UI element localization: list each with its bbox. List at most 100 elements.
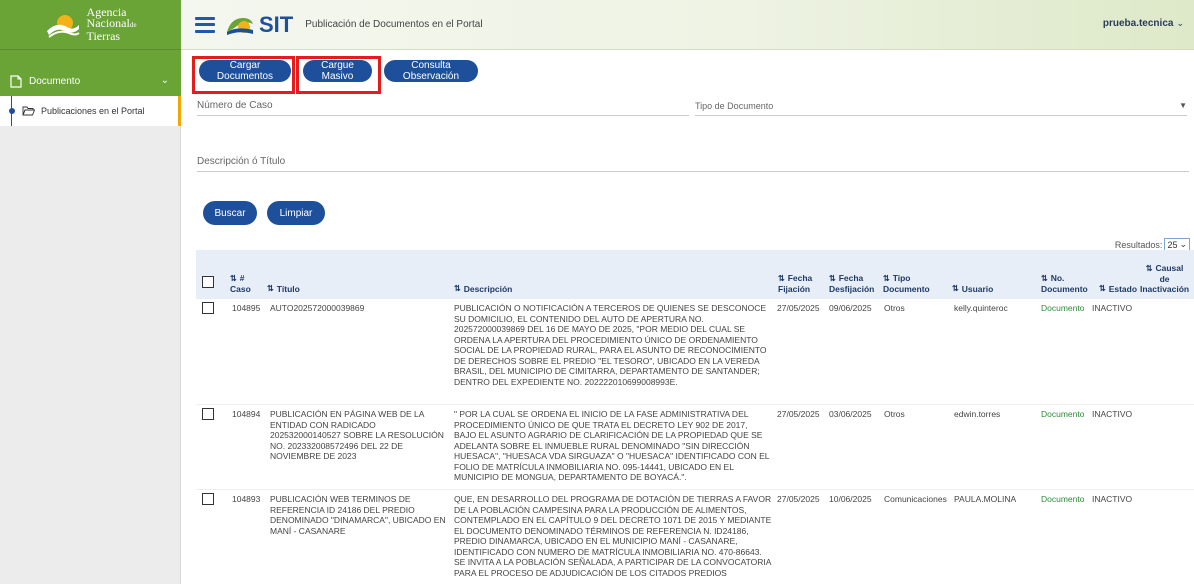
- row-checkbox[interactable]: [202, 493, 214, 505]
- menu-toggle-icon[interactable]: [195, 16, 215, 33]
- header-causal-inactivacion[interactable]: ⇅ Causal de Inactivación: [1140, 250, 1189, 299]
- results-value: 25: [1167, 239, 1178, 250]
- agency-name-line3: Tierras: [86, 29, 121, 43]
- row-checkbox-cell: [202, 302, 214, 317]
- tipo-documento-placeholder: Tipo de Documento: [695, 101, 774, 111]
- sort-icon: ⇅: [1145, 264, 1153, 273]
- document-link[interactable]: Documento: [1041, 409, 1084, 420]
- cell-caso: 104893: [232, 494, 261, 504]
- header-caso-line1: #: [239, 273, 245, 283]
- header-numdoc-line1: No.: [1050, 273, 1065, 283]
- sidebar-section-label: Documento: [29, 75, 81, 87]
- sit-logo: SIT: [225, 12, 293, 38]
- header-descripcion[interactable]: ⇅ Descripción: [454, 250, 512, 299]
- app-name: SIT: [259, 11, 294, 37]
- agency-logo[interactable]: Agencia Nacionalde Tierras: [0, 0, 181, 50]
- header-desfijacion-line2: Desfijación: [829, 284, 875, 294]
- header-tipo-documento[interactable]: ⇅ Tipo Documento: [883, 250, 930, 299]
- agency-name-line2-suffix: de: [129, 21, 137, 29]
- header-fecha-fijacion[interactable]: ⇅ Fecha Fijación: [778, 250, 812, 299]
- cell-usuario: edwin.torres: [954, 409, 1001, 419]
- table-row: 104895 AUTO202572000039869 PUBLICACIÓN O…: [196, 299, 1194, 405]
- cell-titulo: PUBLICACIÓN EN PÁGINA WEB DE LA ENTIDAD …: [270, 409, 444, 461]
- select-all-checkbox-cell: [202, 250, 214, 299]
- cell-descripcion: QUE, EN DESARROLLO DEL PROGRAMA DE DOTAC…: [454, 494, 772, 578]
- sort-icon: ⇅: [454, 284, 461, 293]
- cell-tipo: Otros: [884, 303, 905, 313]
- agency-name-line2-main: Nacional: [86, 16, 130, 30]
- document-icon: [10, 74, 22, 88]
- header-usuario[interactable]: ⇅ Usuario: [952, 250, 993, 299]
- table-row: 104894 PUBLICACIÓN EN PÁGINA WEB DE LA E…: [196, 405, 1194, 490]
- cell-fecha-fijacion: 27/05/2025: [777, 303, 820, 313]
- cargar-documentos-button[interactable]: Cargar Documentos: [199, 60, 291, 82]
- page-title: Publicación de Documentos en el Portal: [305, 19, 483, 30]
- sidebar-item-publicaciones[interactable]: Publicaciones en el Portal: [0, 96, 181, 126]
- table-header: ⇅ # Caso ⇅ Título ⇅ Descripción ⇅ Fecha Fijac…: [196, 250, 1194, 299]
- numero-caso-field[interactable]: Número de Caso: [197, 96, 689, 116]
- sort-icon: ⇅: [1099, 284, 1106, 293]
- sidebar-item-label: Publicaciones en el Portal: [41, 106, 145, 116]
- cell-estado: INACTIVO: [1092, 409, 1133, 419]
- folder-open-icon: [22, 106, 35, 116]
- chevron-down-icon: ⌄: [1179, 239, 1187, 249]
- document-link[interactable]: Documento: [1041, 303, 1084, 314]
- cell-titulo: PUBLICACIÓN WEB TERMINOS DE REFERENCIA I…: [270, 494, 446, 536]
- user-menu[interactable]: prueba.tecnica ⌄: [1103, 18, 1184, 29]
- row-checkbox-cell: [202, 493, 214, 508]
- table-row: 104893 PUBLICACIÓN WEB TERMINOS DE REFER…: [196, 490, 1194, 584]
- cargue-masivo-button[interactable]: Cargue Masivo: [303, 60, 372, 82]
- header-estado[interactable]: ⇅ Estado: [1099, 250, 1137, 299]
- cell-tipo: Comunicaciones: [884, 494, 947, 504]
- buscar-button[interactable]: Buscar: [203, 201, 257, 225]
- header-bar: SIT Publicación de Documentos en el Port…: [181, 0, 1194, 50]
- sit-logo-icon: [227, 17, 253, 35]
- header-numdoc-line2: Documento: [1041, 284, 1088, 294]
- sort-icon: ⇅: [952, 284, 959, 293]
- header-tipo-line1: Tipo: [892, 273, 911, 283]
- document-link[interactable]: Documento: [1041, 494, 1084, 505]
- header-causal-line3: Inactivación: [1140, 284, 1190, 294]
- header-desfijacion-line1: Fecha: [838, 273, 864, 283]
- row-checkbox[interactable]: [202, 302, 214, 314]
- header-estado-label: Estado: [1108, 284, 1138, 294]
- cell-caso: 104894: [232, 409, 261, 419]
- numero-caso-placeholder: Número de Caso: [197, 100, 273, 111]
- sort-icon: ⇅: [230, 274, 237, 283]
- cell-fecha-fijacion: 27/05/2025: [777, 409, 820, 419]
- header-descripcion-label: Descripción: [463, 284, 513, 294]
- sidebar-top-strip: [0, 50, 181, 66]
- header-causal-line1: Causal: [1155, 263, 1184, 273]
- header-no-documento[interactable]: ⇅ No. Documento: [1041, 250, 1088, 299]
- chevron-down-icon: ⌄: [160, 75, 169, 86]
- header-caso[interactable]: ⇅ # Caso: [230, 250, 260, 299]
- tree-dot-icon: [9, 108, 15, 114]
- cell-tipo: Otros: [884, 409, 905, 419]
- header-fecha-desfijacion[interactable]: ⇅ Fecha Desfijación: [829, 250, 874, 299]
- publications-table: ⇅ # Caso ⇅ Título ⇅ Descripción ⇅ Fecha Fijac…: [196, 250, 1194, 584]
- main-content: Cargar Documentos Cargue Masivo Consulta…: [181, 50, 1194, 584]
- consulta-observacion-button[interactable]: Consulta Observación: [384, 60, 478, 82]
- cell-descripcion: PUBLICACIÓN O NOTIFICACIÓN A TERCEROS DE…: [454, 303, 767, 387]
- descripcion-placeholder: Descripción ó Título: [197, 156, 286, 167]
- agency-logo-icon: [46, 14, 80, 38]
- cell-fecha-desfijacion: 03/06/2025: [829, 409, 872, 419]
- limpiar-button[interactable]: Limpiar: [267, 201, 325, 225]
- user-name: prueba.tecnica: [1102, 18, 1174, 29]
- sort-icon: ⇅: [267, 284, 274, 293]
- chevron-down-icon: ⌄: [1176, 18, 1184, 28]
- sort-icon: ⇅: [1041, 274, 1048, 283]
- cell-fecha-desfijacion: 10/06/2025: [829, 494, 872, 504]
- sidebar-section-documento[interactable]: Documento ⌄: [0, 66, 181, 96]
- select-all-checkbox[interactable]: [202, 276, 214, 288]
- row-checkbox[interactable]: [202, 408, 214, 420]
- descripcion-field[interactable]: Descripción ó Título: [197, 150, 1189, 172]
- tipo-documento-select[interactable]: Tipo de Documento ▼: [695, 96, 1187, 116]
- results-label: Resultados:: [1114, 239, 1163, 250]
- cell-usuario: kelly.quinteroc: [954, 303, 1008, 313]
- cell-fecha-desfijacion: 09/06/2025: [829, 303, 872, 313]
- agency-name: Agencia Nacionalde Tierras: [86, 6, 137, 43]
- header-titulo[interactable]: ⇅ Título: [267, 250, 300, 299]
- sort-icon: ⇅: [883, 274, 890, 283]
- top-header: Agencia Nacionalde Tierras SIT Publicaci…: [0, 0, 1194, 50]
